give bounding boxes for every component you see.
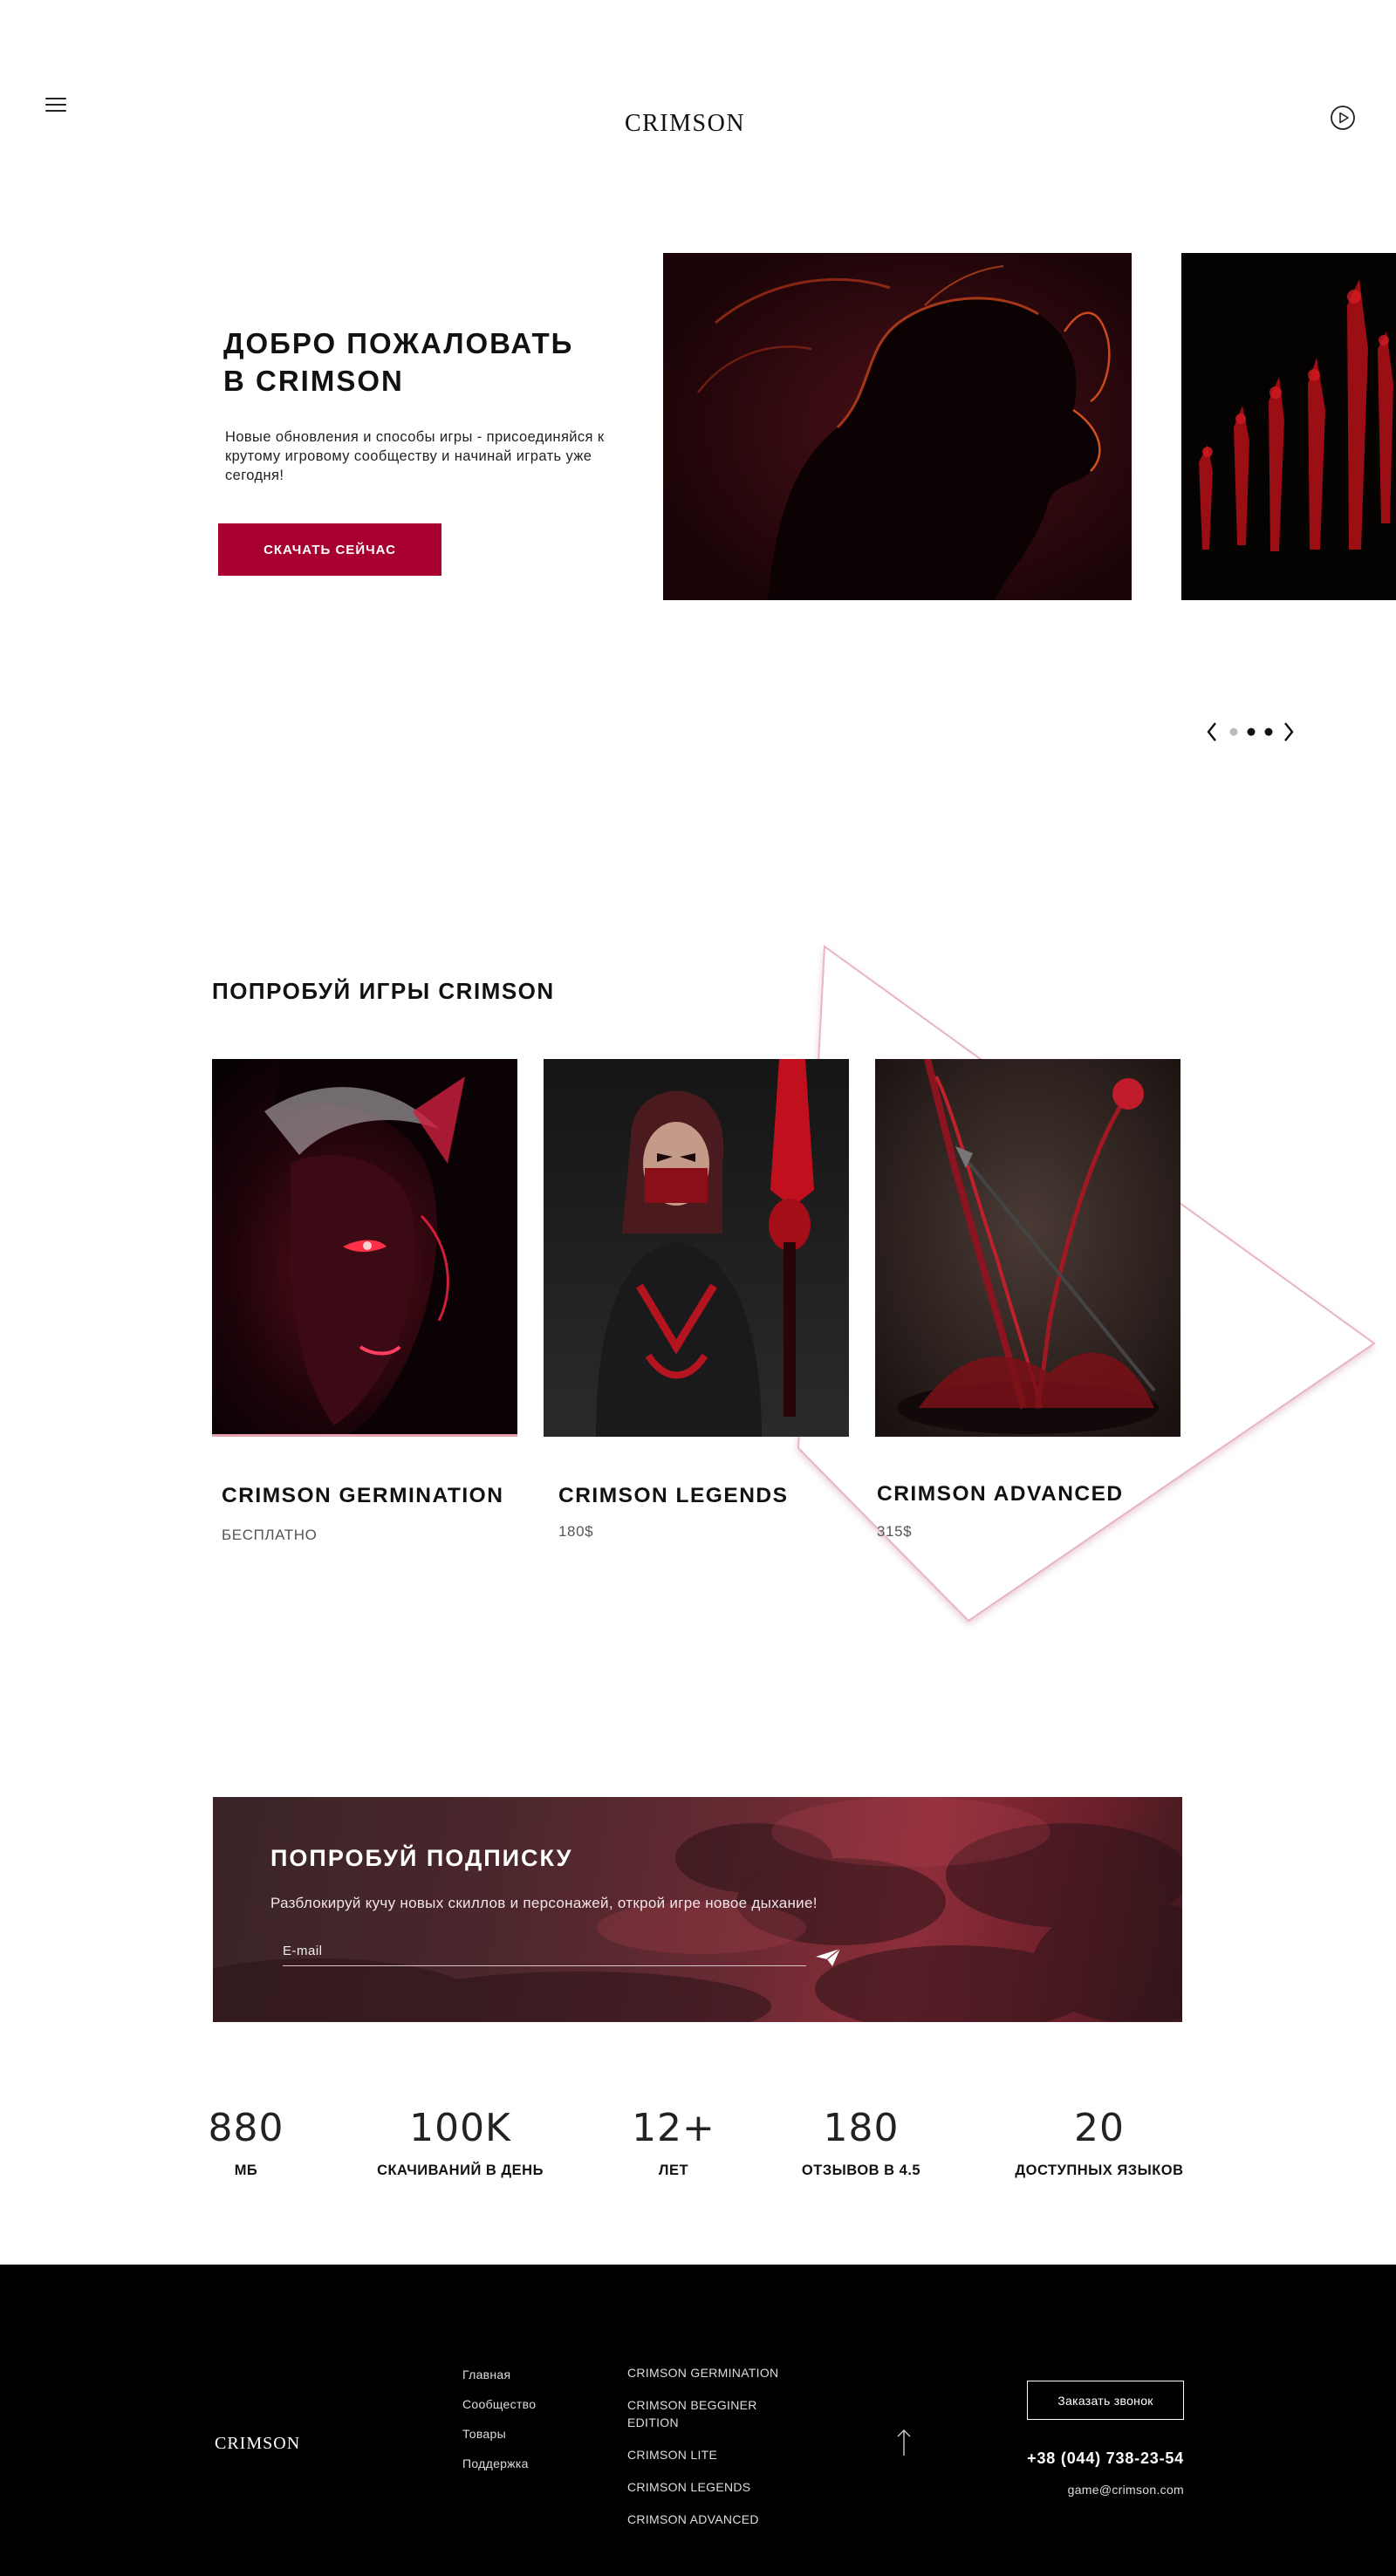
slider-dot-3[interactable] [1264, 728, 1273, 736]
email-input[interactable] [283, 1937, 806, 1965]
hamburger-menu-icon[interactable] [45, 98, 66, 113]
hero-slide-image-1[interactable] [663, 253, 1132, 600]
subscribe-banner: ПОПРОБУЙ ПОДПИСКУ Разблокируй кучу новых… [213, 1797, 1182, 2022]
footer: CRIMSON Главная Сообщество Товары Поддер… [0, 2265, 1396, 2576]
stat-label-age: ЛЕТ [658, 2163, 689, 2178]
footer-game-lite[interactable]: CRIMSON LITE [627, 2446, 784, 2463]
stat-value-languages: 20 [1074, 2106, 1125, 2150]
crimson-figures-artwork [1181, 253, 1396, 600]
stat-value-age: 12+ [632, 2106, 715, 2150]
footer-game-beginner-edition[interactable]: CRIMSON BEGGINER EDITION [627, 2396, 784, 2431]
game-price-legends: 180$ [558, 1523, 594, 1540]
footer-nav-products[interactable]: Товары [462, 2427, 536, 2441]
site-logo[interactable]: CRIMSON [524, 110, 846, 138]
send-icon[interactable] [815, 1947, 841, 1968]
footer-game-advanced[interactable]: CRIMSON ADVANCED [627, 2511, 784, 2528]
game-name-legends[interactable]: CRIMSON LEGENDS [558, 1484, 788, 1508]
games-section-title: ПОПРОБУЙ ИГРЫ CRIMSON [212, 978, 555, 1004]
footer-phone[interactable]: +38 (044) 738-23-54 [960, 2450, 1184, 2468]
advanced-artwork [875, 1059, 1180, 1437]
slider-next-icon[interactable] [1279, 719, 1297, 745]
footer-nav-support[interactable]: Поддержка [462, 2456, 536, 2470]
hero-title: ДОБРО ПОЖАЛОВАТЬ В CRIMSON [223, 325, 625, 400]
download-now-button[interactable]: СКАЧАТЬ СЕЙЧАС [218, 523, 441, 576]
hero-description: Новые обновления и способы игры - присое… [225, 429, 605, 483]
subscribe-title: ПОПРОБУЙ ПОДПИСКУ [270, 1845, 573, 1871]
game-card-image-germination[interactable] [212, 1059, 517, 1437]
stat-label-downloads: СКАЧИВАНИЙ В ДЕНЬ [377, 2163, 544, 2178]
play-circle-icon[interactable] [1330, 105, 1356, 131]
footer-nav: Главная Сообщество Товары Поддержка [462, 2368, 536, 2486]
germination-artwork [212, 1059, 517, 1437]
footer-game-legends[interactable]: CRIMSON LEGENDS [627, 2478, 784, 2496]
stat-value-downloads: 100K [409, 2106, 511, 2150]
game-card-image-advanced[interactable] [875, 1059, 1180, 1437]
silhouette-artwork [663, 253, 1132, 600]
footer-games-list: CRIMSON GERMINATION CRIMSON BEGGINER EDI… [627, 2364, 784, 2543]
slider-prev-icon[interactable] [1204, 719, 1222, 745]
stat-label-languages: ДОСТУПНЫХ ЯЗЫКОВ [1015, 2163, 1184, 2178]
game-name-advanced[interactable]: CRIMSON ADVANCED [877, 1482, 1124, 1507]
slider-navigation [1204, 719, 1297, 745]
footer-nav-home[interactable]: Главная [462, 2368, 536, 2381]
stat-label-reviews: ОТЗЫВОВ В 4.5 [801, 2163, 921, 2178]
stat-value-reviews: 180 [823, 2106, 900, 2150]
legends-artwork [544, 1059, 849, 1437]
game-name-germination[interactable]: CRIMSON GERMINATION [222, 1484, 503, 1508]
subscribe-description: Разблокируй кучу новых скиллов и персона… [270, 1895, 818, 1911]
arrow-up-icon[interactable] [895, 2429, 913, 2456]
footer-game-germination[interactable]: CRIMSON GERMINATION [627, 2364, 784, 2381]
request-call-button[interactable]: Заказать звонок [1027, 2381, 1184, 2420]
slider-dot-1[interactable] [1229, 728, 1238, 736]
slider-dot-2[interactable] [1247, 728, 1256, 736]
hero-title-line1: ДОБРО ПОЖАЛОВАТЬ [223, 327, 574, 359]
game-card-image-legends[interactable] [544, 1059, 849, 1437]
game-price-advanced: 315$ [877, 1523, 913, 1540]
email-field-wrapper [283, 1937, 806, 1966]
game-price-germination: БЕСПЛАТНО [222, 1527, 318, 1543]
hero-slide-image-2[interactable] [1181, 253, 1396, 600]
footer-logo[interactable]: CRIMSON [215, 2434, 300, 2454]
footer-email[interactable]: game@crimson.com [960, 2483, 1184, 2497]
stat-label-size: МБ [234, 2163, 258, 2178]
stat-value-size: 880 [208, 2106, 284, 2150]
footer-nav-community[interactable]: Сообщество [462, 2397, 536, 2411]
hero-title-line2: В CRIMSON [223, 365, 404, 397]
